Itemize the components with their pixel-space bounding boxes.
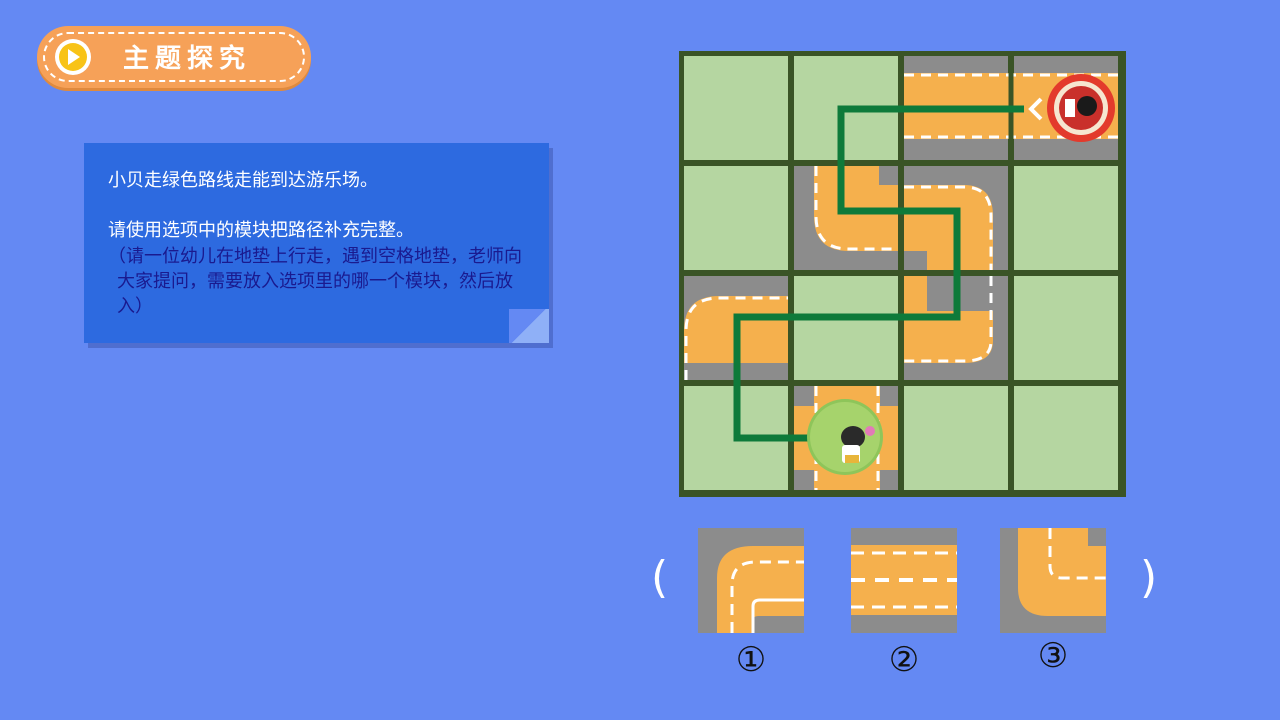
grass-tile (684, 56, 788, 160)
section-title: 主题探究 (123, 44, 252, 74)
curve-road-tile (717, 546, 804, 633)
option-label-3: ③ (1037, 636, 1069, 676)
grass-tile (1014, 276, 1118, 380)
option-label-2: ② (888, 640, 920, 680)
instruction-card: 小贝走绿色路线走能到达游乐场。 请使用选项中的模块把路径补充完整。 （请一位幼儿… (84, 143, 549, 343)
section-header[interactable]: 主题探究 (37, 26, 311, 88)
play-icon[interactable] (55, 39, 91, 75)
grass-tile (1014, 166, 1118, 270)
grass-tile (684, 166, 788, 270)
corner-road-tile (1018, 528, 1106, 616)
option-tile-3[interactable] (1000, 528, 1106, 633)
grass-tile (794, 276, 898, 380)
option-tile-1[interactable] (698, 528, 804, 633)
open-parenthesis: ( (651, 552, 669, 603)
amusement-park-badge (1047, 74, 1115, 142)
option-tile-2[interactable] (851, 528, 957, 633)
page-curl (509, 309, 549, 343)
close-parenthesis: ) (1140, 552, 1158, 603)
instruction-line-3: （请一位幼儿在地垫上行走，遇到空格地垫，老师向大家提问，需要放入选项里的哪一个模… (108, 246, 522, 317)
straight-road-tile (851, 545, 957, 615)
instruction-line-1: 小贝走绿色路线走能到达游乐场。 (108, 170, 378, 191)
grass-tile (904, 386, 1008, 490)
instruction-line-2: 请使用选项中的模块把路径补充完整。 (108, 220, 414, 241)
character-avatar (807, 399, 883, 475)
option-label-1: ① (735, 640, 767, 680)
game-board (679, 51, 1126, 497)
grass-tile (1014, 386, 1118, 490)
board-drawing (679, 51, 1126, 497)
